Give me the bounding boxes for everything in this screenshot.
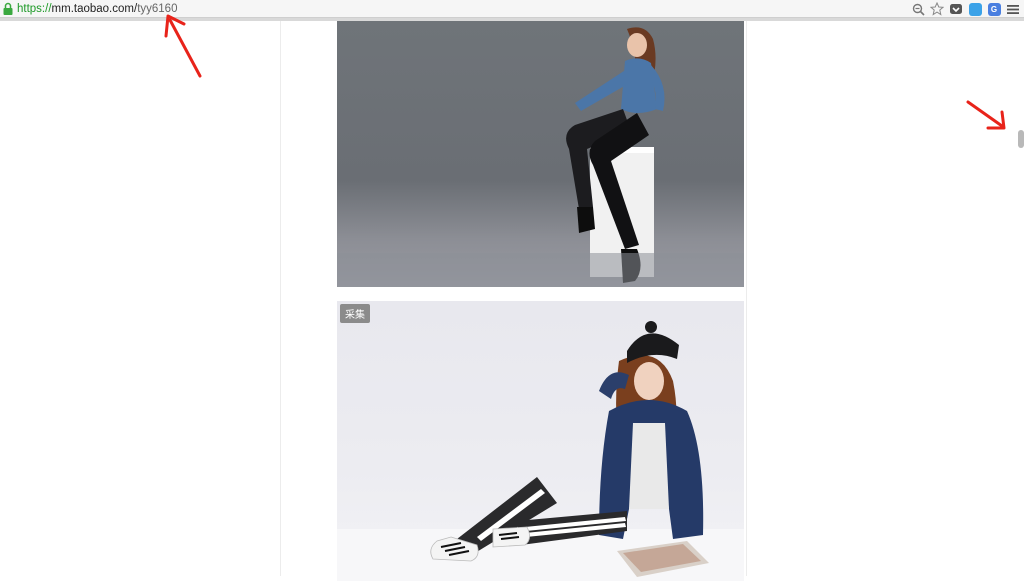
photo-illustration [337,321,744,581]
address-bar[interactable]: https:// mm.taobao.com/ tyy6160 [2,1,177,17]
annotation-arrow-url [164,14,202,78]
translate-icon[interactable]: G [987,2,1001,16]
annotation-arrow-scrollbar [966,100,1006,130]
photo-illustration [337,27,744,287]
page-scrollbar-thumb[interactable] [1018,130,1024,148]
lock-icon [3,2,13,15]
content-column: 采集 [280,21,747,581]
url-host: mm.taobao.com/ [51,3,138,15]
product-photo[interactable] [337,21,744,287]
url-scheme: https:// [17,3,52,15]
collect-tag[interactable]: 采集 [340,304,370,323]
browser-toolbar: https:// mm.taobao.com/ tyy6160 G [0,0,1024,18]
toolbar-icons: G [911,1,1020,17]
product-photo[interactable]: 采集 [337,301,744,581]
bookmark-star-icon[interactable] [930,2,944,16]
zoom-icon[interactable] [911,2,925,16]
menu-icon[interactable] [1006,2,1020,16]
extension-icon[interactable] [968,2,982,16]
pocket-icon[interactable] [949,2,963,16]
